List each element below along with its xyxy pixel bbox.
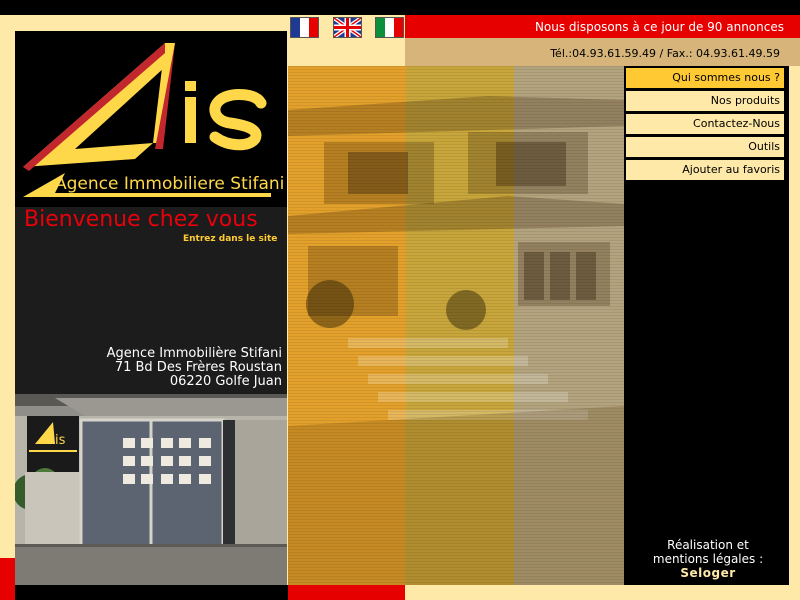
bottom-red-accent <box>288 585 405 600</box>
seloger-link[interactable]: Seloger <box>628 566 788 580</box>
credits-block: Réalisation et mentions légales : Seloge… <box>628 538 788 580</box>
italian-flag-icon[interactable] <box>375 17 404 38</box>
house-photo <box>288 66 624 585</box>
french-flag-icon[interactable] <box>290 17 319 38</box>
credits-line-1: Réalisation et <box>667 538 749 552</box>
agency-logo[interactable]: Agence Immobiliere Stifani <box>15 31 287 207</box>
svg-text:is: is <box>55 433 66 448</box>
welcome-title: Bienvenue chez vous <box>24 207 258 232</box>
menu-contact[interactable]: Contactez-Nous <box>626 114 784 134</box>
top-border <box>0 0 800 15</box>
left-red-accent <box>0 558 15 600</box>
phone-fax-text: Tél.:04.93.61.59.49 / Fax.: 04.93.61.49.… <box>550 47 780 60</box>
listings-count-text: Nous disposons à ce jour de 90 annonces <box>534 20 784 34</box>
uk-flag-icon[interactable] <box>333 17 362 38</box>
menu-about-us[interactable]: Qui sommes nous ? <box>626 68 784 88</box>
address-line-city: 06220 Golfe Juan <box>169 374 282 389</box>
storefront-photo: is <box>15 394 287 585</box>
address-line-street: 71 Bd Des Frères Roustan <box>114 360 282 375</box>
menu-products[interactable]: Nos produits <box>626 91 784 111</box>
credits-line-2: mentions légales : <box>652 552 764 566</box>
enter-site-link[interactable]: Entrez dans le site <box>183 234 277 244</box>
address-line-agency: Agence Immobilière Stifani <box>106 346 282 361</box>
menu-add-favorites[interactable]: Ajouter au favoris <box>626 160 784 180</box>
ais-logo-graphic: Agence Immobiliere Stifani <box>23 43 284 197</box>
logo-brand-text: Agence Immobiliere Stifani <box>55 174 284 194</box>
menu-tools[interactable]: Outils <box>626 137 784 157</box>
